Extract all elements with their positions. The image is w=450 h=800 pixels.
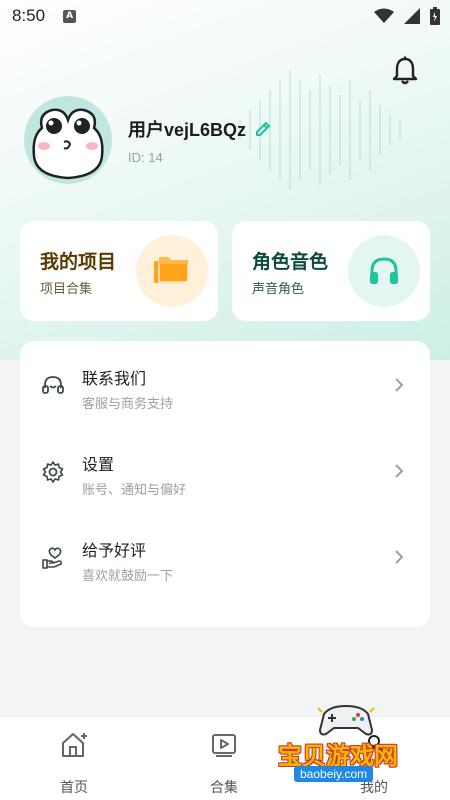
home-icon xyxy=(62,733,87,757)
gear-icon xyxy=(42,461,64,483)
menu-item-contact-us[interactable]: 联系我们 客服与商务支持 xyxy=(20,343,430,423)
chevron-right-icon xyxy=(395,550,404,564)
signal-icon xyxy=(404,8,420,24)
collection-icon xyxy=(212,734,236,757)
menu-item-subtitle: 账号、通知与偏好 xyxy=(82,483,187,498)
menu-item-subtitle: 喜欢就鼓励一下 xyxy=(82,569,174,584)
voice-roles-title: 角色音色 xyxy=(252,251,329,273)
customer-service-icon xyxy=(42,376,64,394)
nav-label-home: 首页 xyxy=(60,780,88,796)
chevron-right-icon xyxy=(395,464,404,478)
nav-item-collection[interactable]: 合集 xyxy=(184,727,264,797)
menu-item-title: 给予好评 xyxy=(82,541,147,560)
game-controller-icon xyxy=(317,704,375,736)
my-projects-subtitle: 项目合集 xyxy=(40,282,93,297)
avatar[interactable] xyxy=(24,96,112,184)
headphones-icon-circle xyxy=(348,235,420,307)
edit-pencil-icon[interactable] xyxy=(254,120,272,138)
folder-icon-circle xyxy=(136,235,208,307)
status-time: 8:50 xyxy=(12,6,46,25)
user-id: ID: 14 xyxy=(128,150,163,165)
menu-item-rate-us[interactable]: 给予好评 喜欢就鼓励一下 xyxy=(20,515,430,595)
chevron-right-icon xyxy=(395,378,404,392)
folder-icon xyxy=(154,256,189,283)
menu-item-title: 联系我们 xyxy=(82,369,147,388)
username-row: 用户vejL6BQz xyxy=(128,116,272,142)
status-bar: 8:50 A xyxy=(0,0,450,32)
menu-item-subtitle: 客服与商务支持 xyxy=(82,397,174,412)
battery-icon xyxy=(430,7,440,25)
watermark: 宝贝游戏网 baobeiy.com xyxy=(272,700,422,792)
menu-item-title: 设置 xyxy=(82,455,115,474)
menu-item-settings[interactable]: 设置 账号、通知与偏好 xyxy=(20,429,430,509)
status-badge: A xyxy=(63,9,77,23)
notification-bell-icon[interactable] xyxy=(392,56,418,86)
watermark-url: baobeiy.com xyxy=(294,766,374,782)
voice-roles-subtitle: 声音角色 xyxy=(252,282,305,297)
headphones-icon xyxy=(370,257,398,284)
status-icons xyxy=(374,7,440,25)
heart-hand-icon xyxy=(42,547,63,569)
wifi-icon xyxy=(374,8,394,23)
frog-avatar-icon xyxy=(32,108,104,180)
settings-menu: 联系我们 客服与商务支持 设置 账号、通知与偏好 给予好评 喜欢就鼓励一下 xyxy=(20,341,430,627)
nav-label-collection: 合集 xyxy=(210,780,238,796)
my-projects-card[interactable]: 我的项目 项目合集 xyxy=(20,221,218,321)
nav-item-home[interactable]: 首页 xyxy=(34,727,114,797)
username: 用户vejL6BQz xyxy=(128,120,247,140)
my-projects-title: 我的项目 xyxy=(40,251,117,273)
voice-roles-card[interactable]: 角色音色 声音角色 xyxy=(232,221,430,321)
